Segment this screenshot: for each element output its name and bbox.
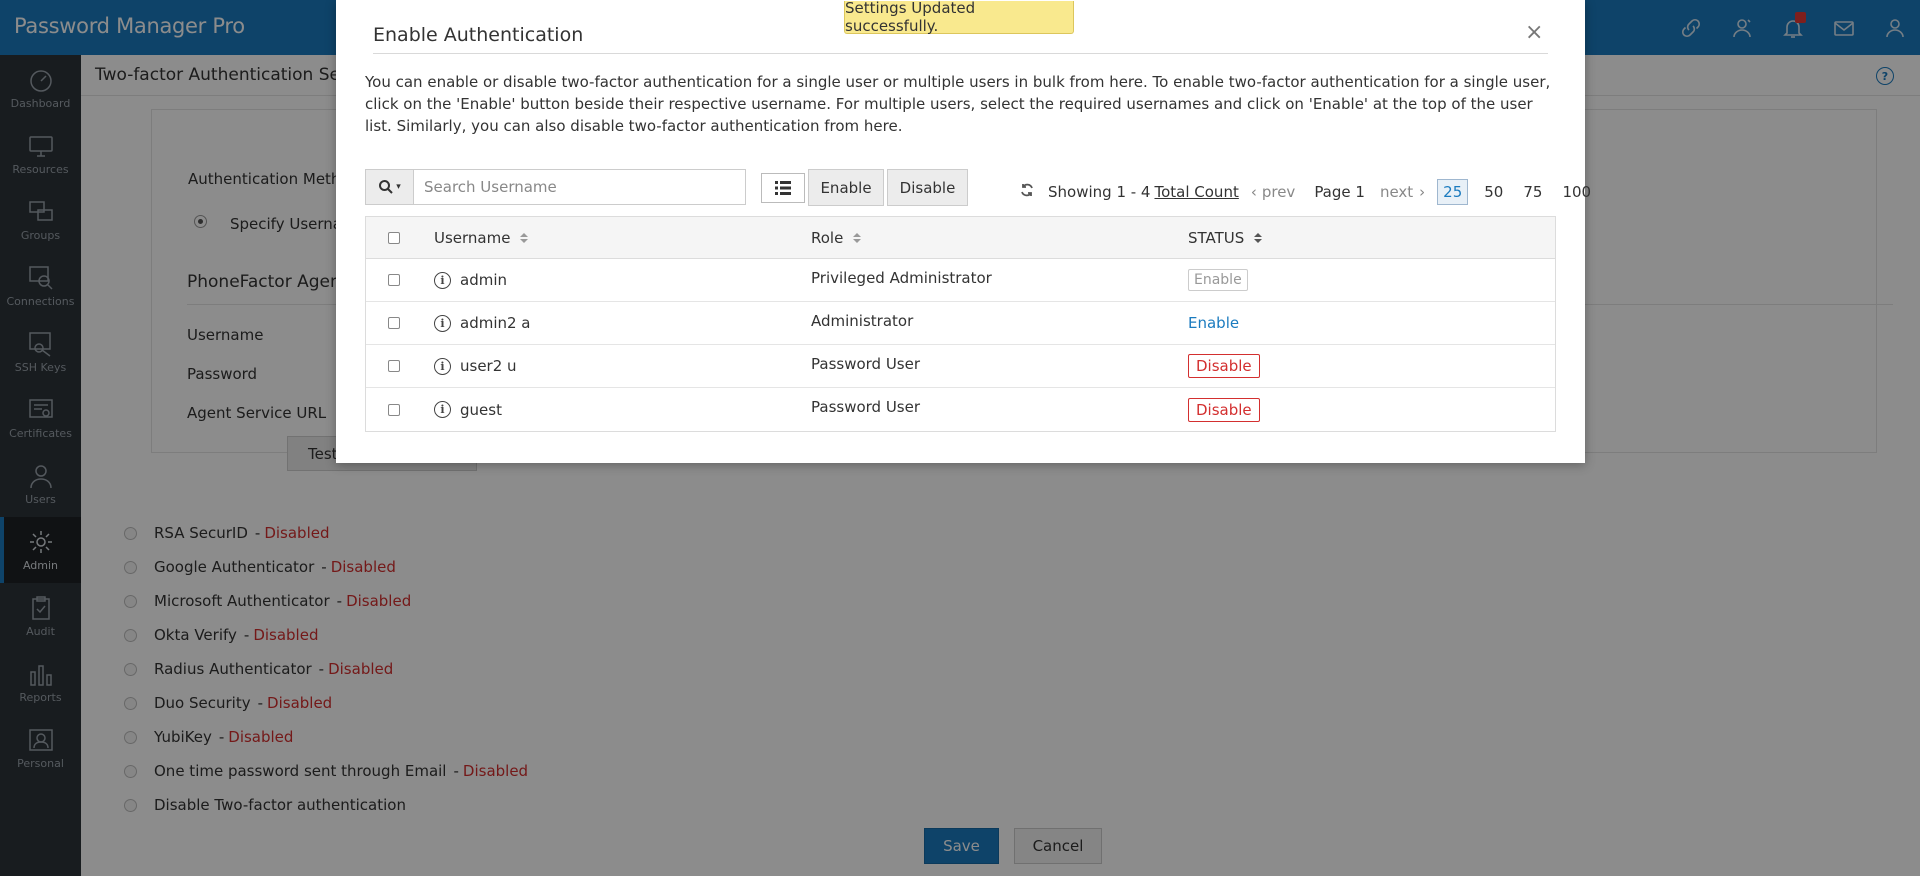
page-size-50[interactable]: 50 [1484, 183, 1503, 201]
table-row: i guest Password User Disable [366, 388, 1555, 431]
page-size-75[interactable]: 75 [1523, 183, 1542, 201]
column-header-status[interactable]: STATUS [1188, 217, 1263, 258]
showing-range: Showing 1 - 4 [1048, 183, 1151, 201]
prev-link[interactable]: prev [1262, 183, 1295, 201]
next-link[interactable]: next [1380, 183, 1413, 201]
disable-button[interactable]: Disable [1188, 354, 1260, 378]
info-icon[interactable]: i [434, 357, 451, 375]
row-checkbox[interactable] [388, 302, 400, 344]
chevron-left-icon: ‹ [1250, 183, 1257, 201]
pagination: Showing 1 - 4 Total Count ‹ prev Page 1 … [1019, 179, 1601, 205]
sort-icon [520, 232, 529, 243]
role-cell: Password User [811, 398, 921, 416]
row-checkbox[interactable] [388, 345, 400, 387]
list-icon [775, 181, 791, 195]
select-all-checkbox[interactable] [388, 217, 400, 258]
column-chooser-button[interactable] [761, 173, 805, 203]
chevron-right-icon: › [1419, 183, 1426, 201]
table-row: i admin2 a Administrator Enable [366, 302, 1555, 345]
username-cell: admin [460, 271, 507, 289]
role-cell: Privileged Administrator [811, 269, 992, 287]
disable-button[interactable]: Disable [1188, 397, 1260, 422]
bulk-disable-button[interactable]: Disable [887, 169, 968, 206]
table-row: i admin Privileged Administrator Enable [366, 259, 1555, 302]
column-header-username[interactable]: Username [434, 217, 529, 258]
total-count-link[interactable]: Total Count [1154, 183, 1238, 201]
username-cell: user2 u [460, 357, 517, 375]
row-checkbox[interactable] [388, 388, 400, 431]
search-input[interactable] [414, 170, 745, 204]
username-cell: admin2 a [460, 314, 531, 332]
page-indicator: Page 1 [1314, 183, 1365, 201]
role-cell: Administrator [811, 312, 914, 330]
success-toast: Settings Updated successfully. [844, 0, 1074, 35]
chevron-down-icon: ▾ [396, 182, 401, 192]
enable-authentication-dialog: Enable Authentication × Settings Updated… [336, 0, 1591, 463]
users-table: Username Role STATUS i admin Privileged A… [365, 216, 1556, 432]
refresh-icon[interactable] [1019, 182, 1035, 202]
role-cell: Password User [811, 355, 921, 373]
table-row: i user2 u Password User Disable [366, 345, 1555, 388]
search-options-button[interactable]: ▾ [366, 170, 414, 204]
bulk-enable-button[interactable]: Enable [808, 169, 884, 206]
info-icon[interactable]: i [434, 314, 451, 332]
info-icon[interactable]: i [434, 401, 451, 418]
close-icon[interactable]: × [1525, 22, 1543, 44]
sort-icon [1254, 232, 1263, 243]
search-icon [379, 180, 393, 194]
enable-link[interactable]: Enable [1188, 314, 1239, 332]
page-size-100[interactable]: 100 [1562, 183, 1591, 201]
column-header-role[interactable]: Role [811, 217, 862, 258]
table-header: Username Role STATUS [366, 217, 1555, 259]
dialog-divider [373, 53, 1548, 54]
enable-button-disabled: Enable [1188, 269, 1248, 291]
search-box: ▾ [365, 169, 746, 205]
dialog-title: Enable Authentication [373, 24, 584, 46]
sort-icon [853, 232, 862, 243]
username-cell: guest [460, 400, 502, 419]
page-size-25[interactable]: 25 [1437, 179, 1469, 205]
row-checkbox[interactable] [388, 259, 400, 301]
dialog-description: You can enable or disable two-factor aut… [365, 73, 1551, 135]
info-icon[interactable]: i [434, 271, 451, 289]
